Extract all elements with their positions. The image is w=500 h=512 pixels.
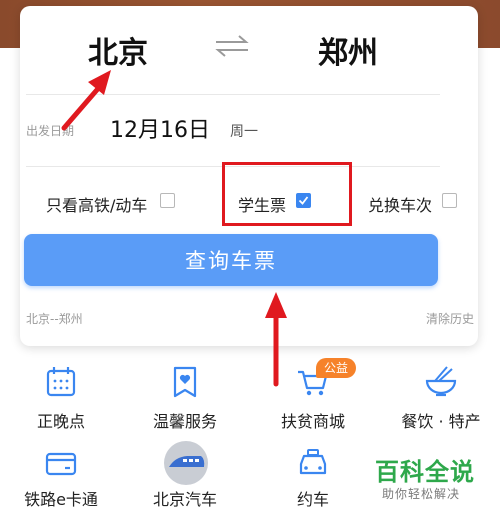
search-tickets-button[interactable]: 查询车票 bbox=[24, 234, 438, 286]
bus-icon bbox=[164, 441, 208, 485]
divider bbox=[26, 94, 440, 95]
menu-label: 温馨服务 bbox=[152, 412, 217, 431]
watermark-subtitle: 助你轻松解决 bbox=[382, 487, 461, 501]
high-speed-only-checkbox[interactable] bbox=[160, 193, 175, 208]
menu-item-service[interactable]: 温馨服务 bbox=[130, 364, 240, 434]
menu-label: 扶贫商城 bbox=[280, 412, 345, 431]
from-city[interactable]: 北京 bbox=[88, 28, 148, 72]
menu-label: 正晚点 bbox=[36, 412, 85, 431]
menu-label: 铁路e卡通 bbox=[24, 490, 98, 509]
menu-item-food[interactable]: 餐饮 · 特产 bbox=[386, 364, 496, 434]
menu-label: 约车 bbox=[296, 490, 329, 509]
date-label: 出发日期 bbox=[26, 124, 75, 138]
menu-label: 餐饮 · 特产 bbox=[401, 412, 481, 431]
taxi-icon bbox=[299, 449, 327, 475]
to-city[interactable]: 郑州 bbox=[318, 28, 378, 72]
search-history-item[interactable]: 北京--郑州 bbox=[26, 310, 83, 327]
noodle-bowl-icon bbox=[425, 366, 457, 397]
weekday: 周一 bbox=[230, 124, 258, 140]
charity-badge: 公益 bbox=[316, 358, 356, 378]
heart-bookmark-icon bbox=[173, 366, 197, 398]
clear-history-button[interactable]: 清除历史 bbox=[426, 310, 474, 327]
menu-item-ride[interactable]: 约车 bbox=[258, 446, 368, 512]
menu-item-ecard[interactable]: 铁路e卡通 bbox=[6, 446, 116, 512]
watermark-title: 百科全说 bbox=[375, 458, 475, 486]
menu-item-beijing-bus[interactable]: 北京汽车 bbox=[130, 440, 240, 512]
exchange-train-checkbox[interactable] bbox=[442, 193, 457, 208]
high-speed-only-label[interactable]: 只看高铁/动车 bbox=[46, 192, 147, 216]
card-icon bbox=[45, 452, 77, 476]
menu-item-on-time[interactable]: 正晚点 bbox=[6, 364, 116, 434]
calendar-icon bbox=[46, 367, 76, 397]
exchange-train-label[interactable]: 兑换车次 bbox=[368, 192, 432, 216]
departure-date[interactable]: 12月16日 bbox=[110, 112, 210, 144]
annotation-highlight-box bbox=[222, 162, 352, 226]
swap-arrows-icon[interactable] bbox=[212, 32, 252, 60]
menu-label: 北京汽车 bbox=[152, 490, 217, 509]
